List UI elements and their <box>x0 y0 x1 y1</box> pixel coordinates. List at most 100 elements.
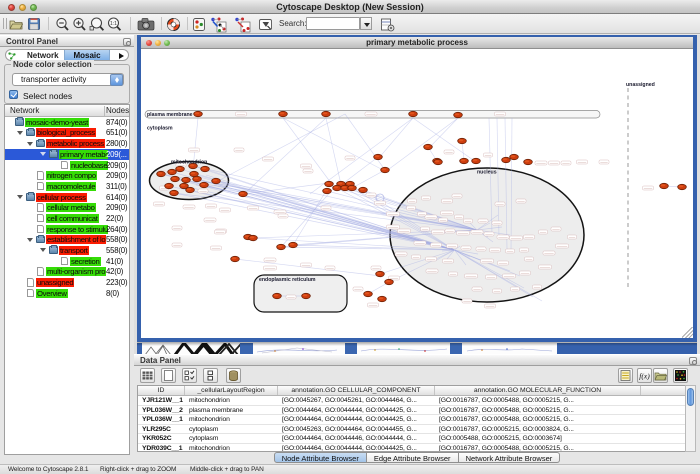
tree-row[interactable]: unassigned223(0) <box>5 277 129 288</box>
formula-builder-icon[interactable]: f(x) <box>637 368 652 383</box>
attribute-list-icon[interactable] <box>203 368 218 383</box>
help-lifering-icon[interactable] <box>166 17 181 32</box>
folder-icon <box>15 118 24 126</box>
attribute-grid-icon[interactable] <box>140 368 155 383</box>
heatmap-icon[interactable] <box>673 368 688 383</box>
tab-overflow-arrow-icon[interactable] <box>119 53 124 59</box>
network-window-titlebar[interactable]: primary metabolic process <box>141 37 693 49</box>
tab-edge-attribute-browser[interactable]: Edge Attribute Browser <box>367 452 459 463</box>
data-panel-toolbar: f(x) <box>134 366 700 385</box>
file-icon <box>61 161 68 170</box>
table-column-header[interactable]: annotation.GO MOLECULAR_FUNCTION <box>435 386 641 395</box>
tab-node-attribute-browser[interactable]: Node Attribute Browser <box>274 452 367 463</box>
zoom-selected-icon[interactable] <box>89 17 105 32</box>
node-color-dropdown[interactable]: transporter activity <box>12 73 124 86</box>
destroy-network-icon[interactable] <box>234 17 251 33</box>
tree-row[interactable]: transport558(0) <box>5 245 129 256</box>
attribute-editor-icon[interactable] <box>618 368 633 383</box>
network-window-zoom-button[interactable] <box>164 40 170 46</box>
expand-arrow-icon[interactable] <box>40 152 46 156</box>
window-minimize-button[interactable] <box>19 4 26 11</box>
tree-row[interactable]: metabolic process280(0) <box>5 138 129 149</box>
scrollbar-thumb[interactable] <box>687 388 694 406</box>
network-canvas[interactable]: plasma membranemitochondrionnucleusendop… <box>141 49 693 336</box>
tree-row[interactable]: Overview8(0) <box>5 288 129 299</box>
expand-arrow-icon[interactable] <box>17 195 23 199</box>
select-attributes-icon[interactable] <box>182 368 197 383</box>
import-attributes-icon[interactable] <box>653 368 668 383</box>
attribute-table[interactable]: ID_cellularLayoutRegionannotation.GO CEL… <box>137 385 688 452</box>
table-column-header[interactable]: _cellularLayoutRegion <box>185 386 278 395</box>
table-column-header[interactable]: ID <box>138 386 185 395</box>
zoom-in-icon[interactable] <box>72 17 87 32</box>
expand-arrow-icon[interactable] <box>17 131 23 135</box>
file-icon <box>61 257 68 266</box>
tree-row[interactable]: nucleobase-209(0) <box>5 160 129 171</box>
annotation-icon[interactable] <box>258 17 273 32</box>
save-session-icon[interactable] <box>27 17 41 31</box>
tree-row-count: 264(0) <box>106 225 127 234</box>
select-nodes-checkbox[interactable] <box>9 90 18 99</box>
search-dropdown-button[interactable] <box>360 17 372 30</box>
open-session-icon[interactable] <box>9 17 23 31</box>
vizmapper-icon[interactable] <box>192 17 206 32</box>
tree-row[interactable]: response to stimulu264(0) <box>5 224 129 235</box>
compartment-label: mitochondrion <box>171 160 207 166</box>
network-window-close-button[interactable] <box>146 40 152 46</box>
table-cell[interactable]: [GO:0044464, GO:0044444, GO:0044425, G..… <box>282 444 433 452</box>
folder-icon <box>49 246 58 254</box>
tree-row[interactable]: mosaic-demo-yeast874(0) <box>5 117 129 128</box>
tree-row[interactable]: cell communicat22(0) <box>5 213 129 224</box>
edge <box>378 118 413 159</box>
tree-row[interactable]: biological_process651(0) <box>5 128 129 139</box>
zoom-out-icon[interactable] <box>55 17 70 32</box>
tree-row[interactable]: cellular process614(0) <box>5 192 129 203</box>
window-close-button[interactable] <box>8 4 15 11</box>
node-highlight <box>338 182 342 184</box>
node-label-box <box>395 252 407 256</box>
node-label-box <box>503 274 516 278</box>
tab-network-attribute-browser[interactable]: Network Attribute Browser <box>459 452 561 463</box>
network-tab-icon <box>8 52 16 60</box>
control-panel-float-icon[interactable] <box>123 38 131 46</box>
toolbar-drag-handle[interactable] <box>3 18 7 29</box>
node-label-box <box>425 215 437 219</box>
tree-row[interactable]: cellular metabo209(0) <box>5 203 129 214</box>
tree-row-count: 8(0) <box>106 289 119 298</box>
window-resize-grip[interactable] <box>682 327 693 338</box>
data-panel-float-icon[interactable] <box>689 357 697 365</box>
tree-row[interactable]: secretion41(0) <box>5 256 129 267</box>
node-highlight <box>382 168 386 170</box>
node-label-box <box>264 266 277 270</box>
tab-network[interactable]: Network <box>16 50 59 60</box>
zoom-one-to-one-icon[interactable]: 1:1 <box>106 17 122 32</box>
tree-row[interactable]: establishment of lo558(0) <box>5 235 129 246</box>
node-label-box <box>520 248 529 252</box>
attribute-table-scrollbar[interactable] <box>685 385 696 452</box>
create-network-icon[interactable] <box>210 17 227 33</box>
network-window-minimize-button[interactable] <box>155 40 161 46</box>
window-zoom-button[interactable] <box>30 4 37 11</box>
expand-arrow-icon[interactable] <box>27 142 33 146</box>
tree-row[interactable]: nitrogen compo209(0) <box>5 170 129 181</box>
expand-arrow-icon[interactable] <box>40 248 46 252</box>
node-label-box <box>325 266 335 270</box>
table-cell[interactable]: mitochondrion <box>189 444 276 452</box>
import-table-icon[interactable] <box>380 17 395 32</box>
tree-row[interactable]: multi-organism pro42(0) <box>5 267 129 278</box>
new-attribute-icon[interactable] <box>161 368 176 383</box>
tree-row-label: nucleobase- <box>70 161 108 170</box>
tree-row[interactable]: macromolecule311(0) <box>5 181 129 192</box>
node-label-box <box>248 206 259 210</box>
snapshot-camera-icon[interactable] <box>137 17 155 32</box>
table-cell[interactable]: [GO:0016787, GO:0005488, GO:0005215, G..… <box>439 444 639 452</box>
tree-row[interactable]: primary metabo209(... <box>5 149 129 160</box>
node-highlight <box>201 183 205 185</box>
expand-arrow-icon[interactable] <box>27 238 33 242</box>
delete-attribute-icon[interactable] <box>226 368 241 383</box>
node-label-box <box>510 236 523 240</box>
table-cell[interactable]: YDR039C__1 <box>142 444 183 452</box>
search-input[interactable] <box>306 17 360 30</box>
table-column-header[interactable]: annotation.GO CELLULAR_COMPONENT <box>278 386 435 395</box>
tab-mosaic[interactable]: Mosaic <box>64 50 110 60</box>
